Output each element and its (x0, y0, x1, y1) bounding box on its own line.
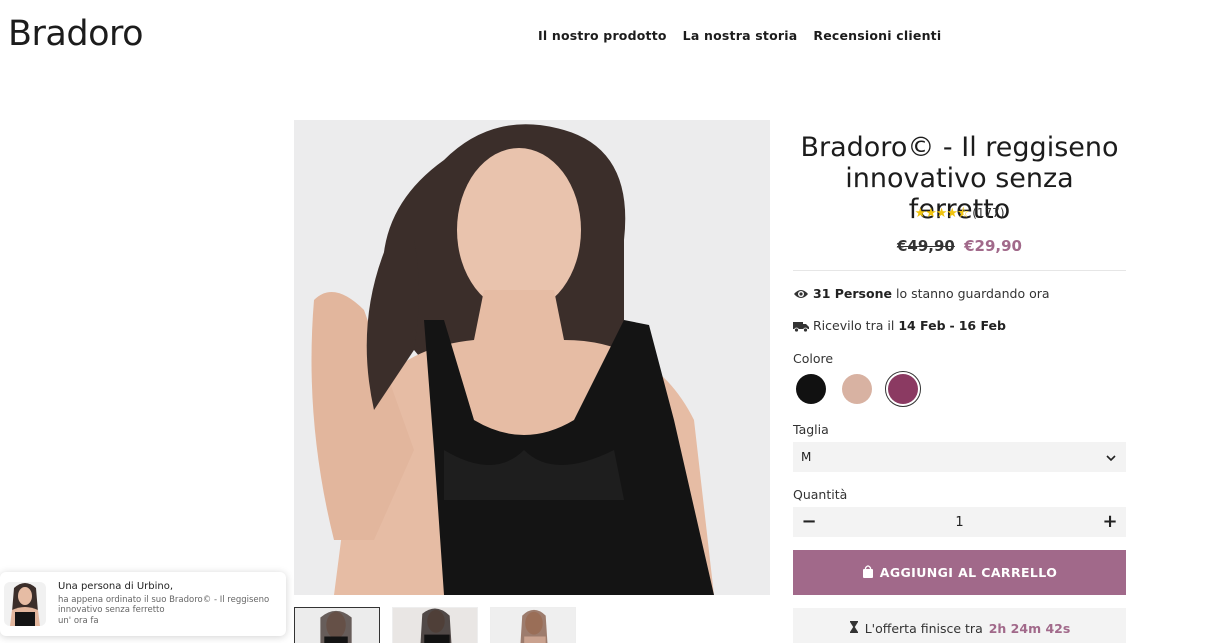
swatch-plum-dot (888, 374, 918, 404)
nav-link-story[interactable]: La nostra storia (683, 28, 798, 43)
hourglass-icon (849, 620, 859, 637)
shopping-bag-icon (862, 564, 874, 581)
chevron-down-icon (1106, 450, 1116, 464)
eye-icon (793, 287, 809, 301)
viewers-info: 31 Persone lo stanno guardando ora (793, 286, 1050, 301)
delivery-from: 14 Feb (898, 318, 946, 333)
quantity-label: Quantità (793, 487, 848, 502)
swatch-black[interactable] (793, 371, 829, 407)
nav-link-product[interactable]: Il nostro prodotto (538, 28, 667, 43)
thumbnail-1[interactable] (294, 607, 380, 643)
toast-message: ha appena ordinato il suo Bradoro© - Il … (58, 595, 270, 615)
color-label: Colore (793, 351, 834, 366)
product-main-image[interactable] (294, 120, 770, 595)
truck-icon (793, 319, 809, 333)
product-rating[interactable]: ★★★★⯪ (177) (793, 204, 1126, 226)
quantity-decrease-button[interactable]: − (801, 513, 817, 531)
divider (793, 270, 1126, 271)
thumbnail-3[interactable] (490, 607, 576, 643)
delivery-prefix: Ricevilo tra il (813, 318, 895, 333)
quantity-stepper: − 1 + (793, 507, 1126, 537)
thumbnail-2[interactable] (392, 607, 478, 643)
size-label: Taglia (793, 422, 829, 437)
add-to-cart-label: AGGIUNGI AL CARRELLO (879, 565, 1058, 580)
brand-logo[interactable]: Bradoro (8, 14, 144, 54)
swatch-nude-dot (842, 374, 872, 404)
delivery-sep: - (949, 318, 955, 333)
color-swatches (793, 371, 921, 407)
quantity-increase-button[interactable]: + (1102, 513, 1118, 531)
rating-stars-icon: ★★★★⯪ (914, 206, 969, 221)
size-select[interactable]: M (793, 442, 1126, 472)
toast-time: un' ora fa (58, 616, 99, 626)
price-new: €29,90 (964, 237, 1022, 255)
swatch-plum[interactable] (885, 371, 921, 407)
quantity-value[interactable]: 1 (955, 515, 963, 530)
recent-order-toast[interactable]: Una persona di Urbino, ha appena ordinat… (0, 572, 286, 636)
swatch-nude[interactable] (839, 371, 875, 407)
swatch-black-dot (796, 374, 826, 404)
product-price: €49,90 €29,90 (793, 237, 1126, 255)
price-old: €49,90 (896, 237, 955, 255)
delivery-to: 16 Feb (958, 318, 1006, 333)
offer-countdown: L'offerta finisce tra 2h 24m 42s (793, 608, 1126, 643)
size-value: M (801, 450, 812, 464)
delivery-info: Ricevilo tra il 14 Feb - 16 Feb (793, 318, 1006, 333)
thumbnail-strip (294, 607, 576, 643)
viewers-text: lo stanno guardando ora (895, 286, 1050, 301)
toast-product-image (4, 582, 46, 626)
offer-prefix: L'offerta finisce tra (864, 620, 983, 636)
nav-link-reviews[interactable]: Recensioni clienti (813, 28, 941, 43)
main-nav: Il nostro prodotto La nostra storia Rece… (538, 28, 941, 43)
offer-time: 2h 24m 42s (988, 620, 1071, 636)
rating-count: (177) (972, 206, 1005, 220)
add-to-cart-button[interactable]: AGGIUNGI AL CARRELLO (793, 550, 1126, 595)
toast-title: Una persona di Urbino, (58, 581, 174, 592)
viewers-count: 31 Persone (813, 286, 892, 301)
